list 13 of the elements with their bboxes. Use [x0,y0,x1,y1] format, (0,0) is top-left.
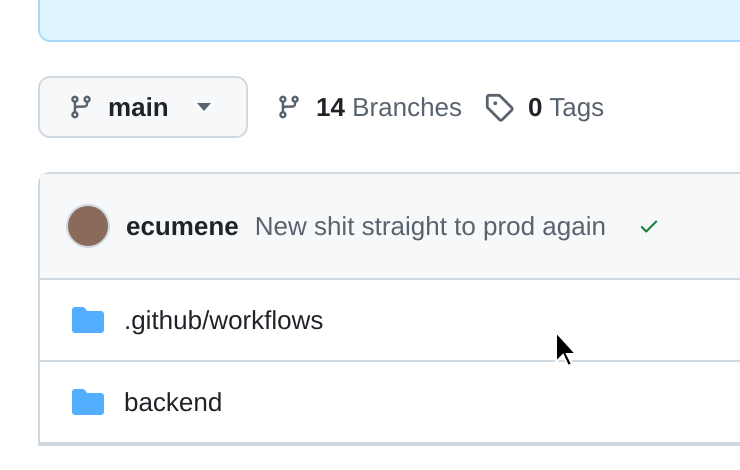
folder-icon [72,389,104,415]
tags-link[interactable]: 0 Tags [484,92,604,122]
file-name[interactable]: .github/workflows [124,304,324,336]
avatar[interactable] [66,204,110,248]
branch-selector-button[interactable]: main [38,76,248,138]
branches-link[interactable]: 14 Branches [276,92,462,122]
file-row[interactable]: backend [40,362,740,444]
file-name[interactable]: backend [124,386,222,418]
tag-icon [484,92,514,122]
folder-icon [72,307,104,333]
commit-author[interactable]: ecumene [126,210,239,242]
commit-message[interactable]: New shit straight to prod again [254,210,606,242]
caret-icon [196,103,211,111]
